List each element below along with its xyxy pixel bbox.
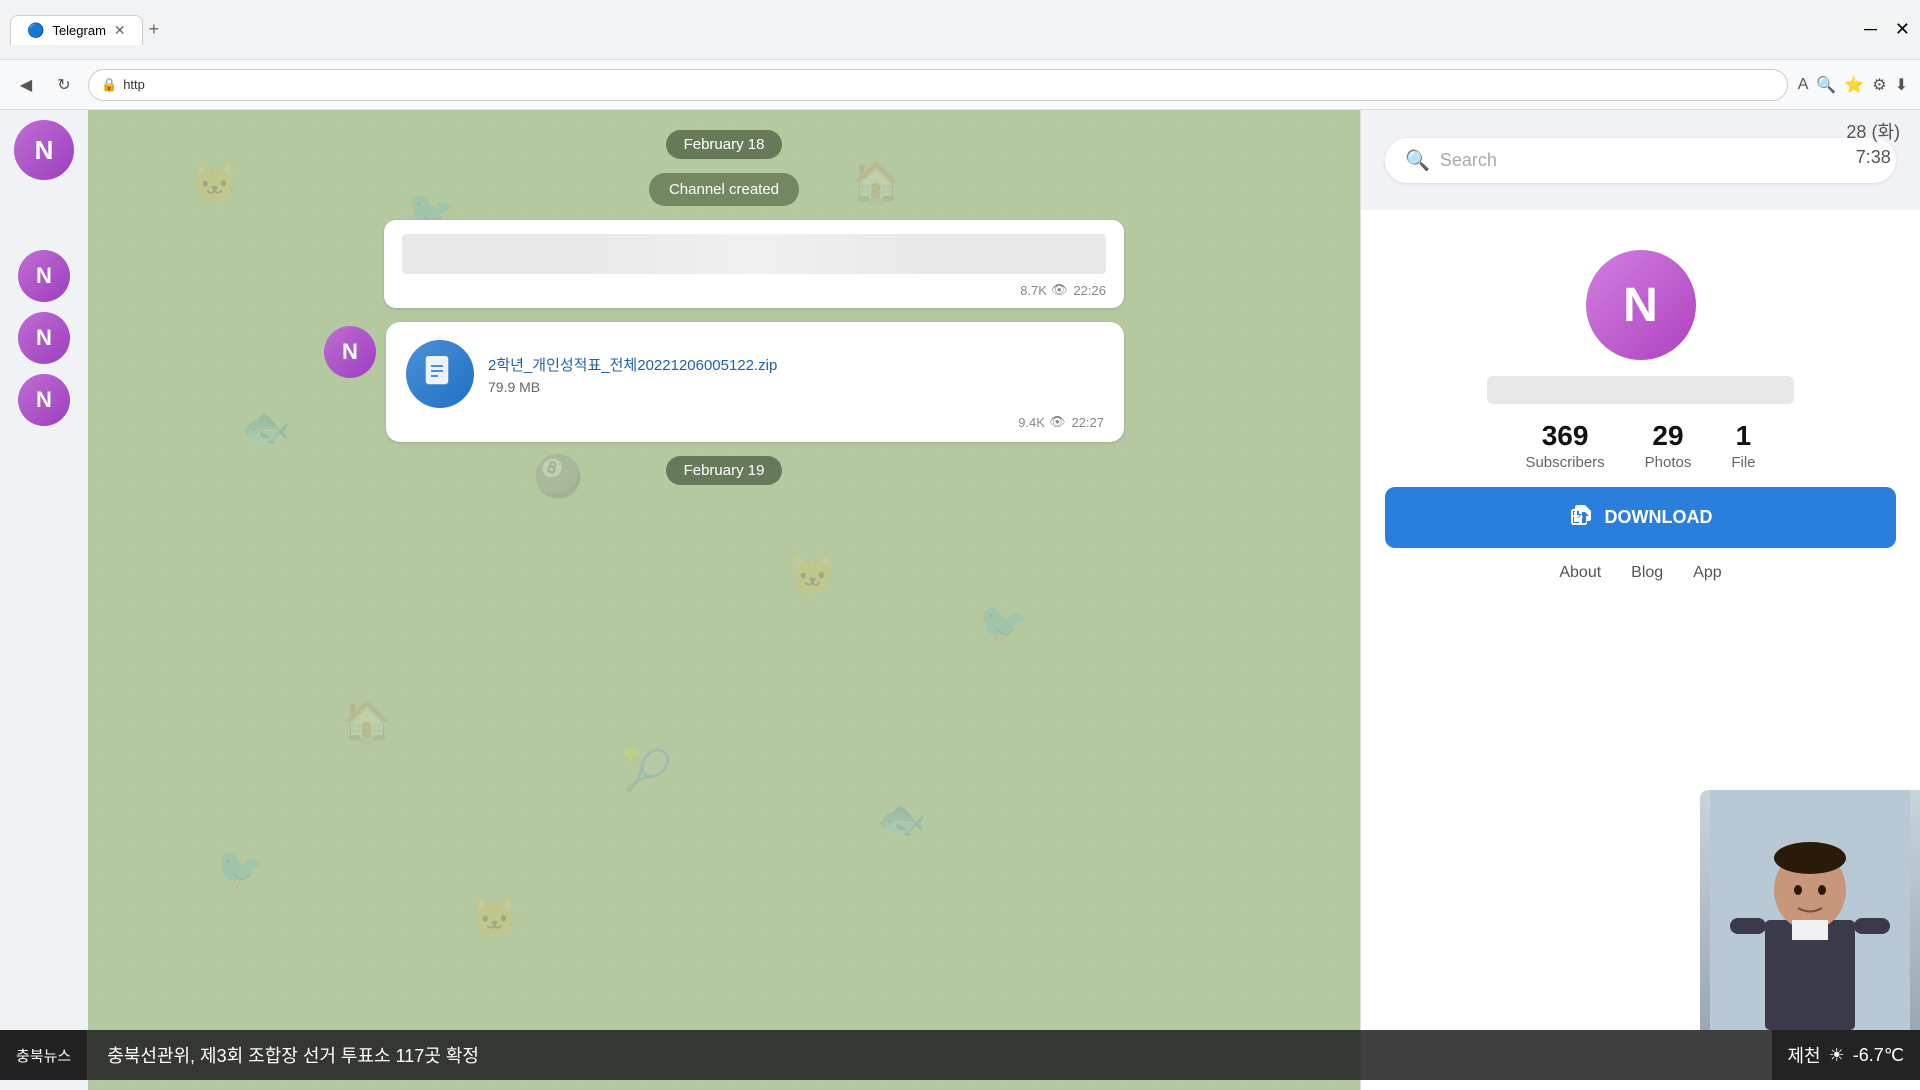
back-button[interactable]: ◀ xyxy=(12,71,40,99)
file-name: 2학년_개인성적표_전체20221206005122.zip xyxy=(488,354,1104,375)
search-placeholder: Search xyxy=(1440,150,1497,171)
sender-avatar-file: N xyxy=(324,326,376,378)
chat-avatar-1[interactable]: N xyxy=(18,250,70,302)
channel-panel: N 369 Subscribers 29 Photos 1 File xyxy=(1361,220,1920,612)
search-bar-container: 🔍 Search 28 (화) 7:38 xyxy=(1361,110,1920,210)
url-text: http xyxy=(123,77,145,92)
search-input-wrap[interactable]: 🔍 Search xyxy=(1385,138,1896,183)
download-icon-btn xyxy=(1569,503,1593,532)
chat-avatar-3[interactable]: N xyxy=(18,374,70,426)
avatar-letter: N xyxy=(35,135,54,166)
subscribers-label: Subscribers xyxy=(1525,454,1604,471)
sidebar: N N N N xyxy=(0,110,88,1090)
download-label: DOWNLOAD xyxy=(1605,507,1713,528)
file-message-bubble[interactable]: 2학년_개인성적표_전체20221206005122.zip 79.9 MB 9… xyxy=(386,322,1124,442)
time-display: 7:38 xyxy=(1846,145,1900,170)
channel-name-blur xyxy=(1487,376,1794,404)
eye-icon-file: 👁 xyxy=(1049,414,1066,430)
channel-stats: 369 Subscribers 29 Photos 1 File xyxy=(1385,420,1896,471)
presenter-figure xyxy=(1700,790,1920,1030)
news-source: 충북뉴스 xyxy=(0,1030,87,1080)
address-bar[interactable]: 🔒 http xyxy=(88,69,1788,101)
apps-link[interactable]: App xyxy=(1693,564,1721,582)
message-bubble-1: 8.7K 👁 22:26 xyxy=(384,220,1124,308)
settings-icon[interactable]: ⚙ xyxy=(1872,75,1886,95)
subscribers-count: 369 xyxy=(1542,420,1589,452)
browser-toolbar: A 🔍 ⭐ ⚙ ⬇ xyxy=(1798,75,1908,95)
telegram-layout: N N N N 🐱 🐦 🎾 🏠 🐟 🐟 🎱 🐱 🐦 xyxy=(0,110,1920,1090)
chat-content: February 18 Channel created 8.7K 👁 22:26 xyxy=(88,110,1360,505)
chat-avatar-2[interactable]: N xyxy=(18,312,70,364)
font-size-icon[interactable]: A xyxy=(1798,76,1809,94)
chat-area: 🐱 🐦 🎾 🏠 🐟 🐟 🎱 🐱 🐦 🏠 🎾 🐟 🐦 🐱 February 18 … xyxy=(88,110,1360,1090)
browser-tab-bar: 🔵 Telegram ✕ + ─ ✕ xyxy=(0,0,1920,60)
search-icon: 🔍 xyxy=(1405,148,1430,173)
browser-navbar: ◀ ↻ 🔒 http A 🔍 ⭐ ⚙ ⬇ xyxy=(0,60,1920,110)
zoom-icon[interactable]: 🔍 xyxy=(1816,75,1836,95)
eye-icon: 👁 xyxy=(1051,282,1068,298)
main-avatar[interactable]: N xyxy=(14,120,74,180)
stat-photos: 29 Photos xyxy=(1645,420,1692,471)
tab-close-icon[interactable]: ✕ xyxy=(114,22,126,39)
system-message: Channel created xyxy=(649,173,799,206)
files-label: File xyxy=(1731,454,1755,471)
message-row-1: 8.7K 👁 22:26 xyxy=(324,220,1124,308)
date-badge-feb18: February 18 xyxy=(666,130,783,159)
about-link[interactable]: About xyxy=(1559,564,1601,582)
file-size: 79.9 MB xyxy=(488,379,1104,395)
file-row: 2학년_개인성적표_전체20221206005122.zip 79.9 MB xyxy=(406,340,1104,408)
file-icon-circle xyxy=(406,340,474,408)
weather-display: 제천 ☀ -6.7℃ xyxy=(1772,1030,1920,1080)
news-presenter-overlay xyxy=(1700,790,1920,1030)
file-message-meta: 9.4K 👁 22:27 xyxy=(406,414,1104,430)
weather-temp: -6.7℃ xyxy=(1853,1045,1904,1066)
weather-icon: ☀ xyxy=(1829,1045,1845,1066)
file-view-count: 9.4K 👁 xyxy=(1018,414,1065,430)
photos-count: 29 xyxy=(1652,420,1683,452)
window-minimize-icon[interactable]: ─ xyxy=(1864,19,1877,40)
file-info: 2학년_개인성적표_전체20221206005122.zip 79.9 MB xyxy=(488,354,1104,395)
stat-subscribers: 369 Subscribers xyxy=(1525,420,1604,471)
date-display: 28 (화) xyxy=(1846,120,1900,145)
new-tab-button[interactable]: + xyxy=(149,19,160,40)
window-close-icon[interactable]: ✕ xyxy=(1895,19,1910,40)
reload-button[interactable]: ↻ xyxy=(50,71,78,99)
date-badge-feb19: February 19 xyxy=(666,456,783,485)
message-row-file: N 2 xyxy=(324,322,1124,442)
news-ticker: 충북뉴스 충북선관위, 제3회 조합장 선거 투표소 117곳 확정 제천 ☀ … xyxy=(0,1030,1920,1080)
download-button[interactable]: DOWNLOAD xyxy=(1385,487,1896,548)
files-count: 1 xyxy=(1736,420,1752,452)
download-icon[interactable]: ⬇ xyxy=(1895,75,1908,95)
blog-link[interactable]: Blog xyxy=(1631,564,1663,582)
telegram-tab[interactable]: 🔵 Telegram ✕ xyxy=(10,15,143,45)
bookmark-icon[interactable]: ⭐ xyxy=(1844,75,1864,95)
news-text: 충북선관위, 제3회 조합장 선거 투표소 117곳 확정 xyxy=(87,1042,1920,1068)
view-count-1: 8.7K 👁 xyxy=(1020,282,1067,298)
message-meta-1: 8.7K 👁 22:26 xyxy=(402,282,1106,298)
stat-files: 1 File xyxy=(1731,420,1755,471)
channel-avatar-letter: N xyxy=(1623,278,1658,333)
channel-avatar: N xyxy=(1586,250,1696,360)
photos-label: Photos xyxy=(1645,454,1692,471)
datetime-display: 28 (화) 7:38 xyxy=(1846,120,1900,170)
message-time-1: 22:26 xyxy=(1073,283,1106,298)
tab-label: Telegram xyxy=(52,23,105,38)
weather-city: 제천 xyxy=(1788,1042,1821,1068)
panel-links: About Blog App xyxy=(1385,564,1896,582)
file-message-time: 22:27 xyxy=(1071,415,1104,430)
